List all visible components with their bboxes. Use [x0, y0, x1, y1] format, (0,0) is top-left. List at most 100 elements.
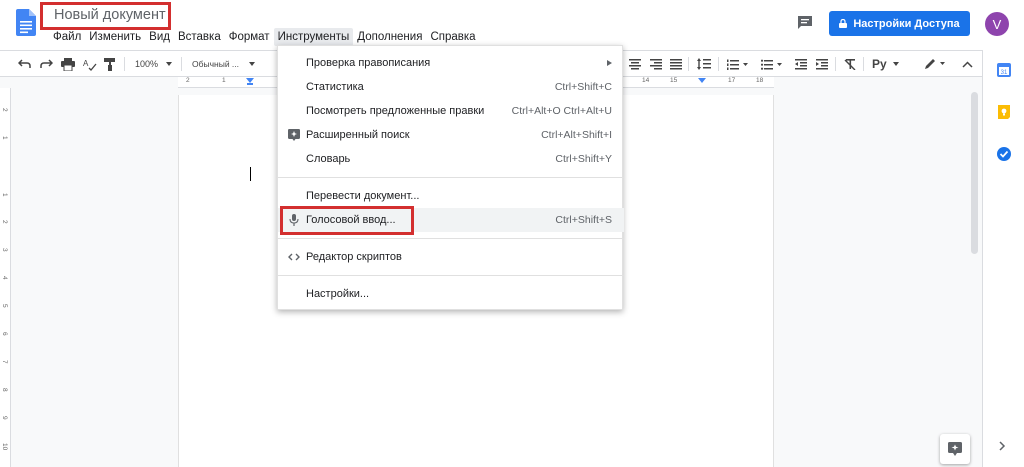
align-justify-icon[interactable] — [670, 56, 682, 72]
pen-icon[interactable] — [925, 56, 947, 72]
ruler-tick: 18 — [756, 77, 764, 84]
paint-format-icon[interactable] — [104, 56, 116, 72]
ruler-tick: 8 — [1, 388, 8, 392]
zoom-select[interactable]: 100% — [135, 56, 173, 72]
submenu-arrow-icon — [607, 60, 612, 66]
menu-item-label: Редактор скриптов — [306, 251, 402, 263]
docs-logo-icon[interactable] — [16, 9, 36, 36]
ruler-tick: 3 — [1, 248, 8, 252]
menu-addons[interactable]: Дополнения — [353, 28, 426, 46]
menu-item-shortcut: Ctrl+Alt+O Ctrl+Alt+U — [511, 105, 612, 117]
toolbar-divider — [124, 57, 125, 71]
menu-tools[interactable]: Инструменты — [273, 28, 354, 46]
ruler-tick: 15 — [670, 77, 678, 84]
line-spacing-icon[interactable] — [697, 56, 711, 72]
menu-item-script-editor[interactable]: Редактор скриптов — [278, 245, 624, 269]
share-button-label: Настройки Доступа — [853, 17, 960, 30]
comment-history-icon[interactable] — [797, 15, 813, 29]
calendar-icon[interactable]: 31 — [997, 63, 1011, 77]
menu-edit[interactable]: Изменить — [85, 28, 145, 46]
menu-item-review-suggestions[interactable]: Посмотреть предложенные правки Ctrl+Alt+… — [278, 99, 624, 123]
menu-view[interactable]: Вид — [145, 28, 174, 46]
style-value: Обычный ... — [192, 59, 240, 69]
menu-item-shortcut: Ctrl+Shift+Y — [555, 153, 612, 165]
decrease-indent-icon[interactable] — [795, 56, 807, 72]
side-panel: 31 — [982, 50, 1024, 467]
right-indent-marker-icon[interactable] — [698, 78, 706, 85]
ruler-tick: 6 — [1, 332, 8, 336]
menu-item-dictionary[interactable]: Словарь Ctrl+Shift+Y — [278, 147, 624, 171]
share-button[interactable]: Настройки Доступа — [829, 11, 970, 36]
menu-item-label: Статистика — [306, 81, 364, 93]
ruler-tick: 1 — [1, 193, 8, 197]
numbered-list-icon[interactable] — [727, 56, 749, 72]
toolbar-divider — [835, 57, 836, 71]
toolbar-divider — [688, 57, 689, 71]
ruler-tick: 2 — [1, 220, 8, 224]
undo-icon[interactable] — [18, 56, 31, 72]
menu-insert[interactable]: Вставка — [174, 28, 225, 46]
menu-format[interactable]: Формат — [225, 28, 274, 46]
ruler-tick: 17 — [728, 77, 736, 84]
tools-menu: Проверка правописания Статистика Ctrl+Sh… — [277, 45, 624, 310]
voice-typing-highlight-box — [280, 206, 414, 235]
clear-formatting-icon[interactable] — [844, 56, 856, 72]
menu-item-preferences[interactable]: Настройки... — [278, 282, 624, 306]
menubar: Файл Изменить Вид Вставка Формат Инструм… — [49, 27, 480, 47]
language-select[interactable]: Ру — [872, 56, 899, 72]
ruler-tick: 9 — [1, 416, 8, 420]
menu-help[interactable]: Справка — [426, 28, 479, 46]
text-cursor — [250, 167, 251, 181]
chevron-right-icon[interactable] — [998, 441, 1006, 451]
increase-indent-icon[interactable] — [816, 56, 828, 72]
menu-item-shortcut: Ctrl+Shift+C — [554, 81, 612, 93]
ruler-tick: 4 — [1, 276, 8, 280]
menu-item-spelling[interactable]: Проверка правописания — [278, 51, 624, 75]
language-value: Ру — [872, 57, 887, 71]
lock-icon — [839, 19, 848, 28]
avatar[interactable]: V — [985, 12, 1009, 36]
align-right-icon[interactable] — [650, 56, 662, 72]
tasks-icon[interactable] — [997, 147, 1011, 161]
spellcheck-icon[interactable]: A — [83, 56, 97, 72]
menu-item-label: Посмотреть предложенные правки — [306, 105, 485, 117]
menu-item-label: Расширенный поиск — [306, 129, 410, 141]
zoom-value: 100% — [135, 59, 159, 69]
code-icon — [288, 253, 300, 261]
align-center-icon[interactable] — [629, 56, 641, 72]
collapse-icon[interactable] — [962, 56, 973, 72]
toolbar-divider — [718, 57, 719, 71]
ruler-tick: 10 — [1, 443, 8, 451]
menu-divider — [278, 275, 624, 276]
document-title[interactable]: Новый документ — [54, 7, 166, 23]
redo-icon[interactable] — [40, 56, 53, 72]
ruler-tick: 14 — [642, 77, 650, 84]
menu-item-explore[interactable]: Расширенный поиск Ctrl+Alt+Shift+I — [278, 123, 624, 147]
menu-item-shortcut: Ctrl+Shift+S — [555, 214, 612, 226]
menu-item-shortcut: Ctrl+Alt+Shift+I — [541, 129, 612, 141]
menu-item-label: Перевести документ... — [306, 190, 420, 202]
ruler-tick: 1 — [1, 136, 8, 140]
bulleted-list-icon[interactable] — [761, 56, 783, 72]
menu-item-label: Словарь — [306, 153, 351, 165]
menu-divider — [278, 238, 624, 239]
left-indent-marker-icon[interactable] — [246, 78, 254, 85]
vertical-scrollbar[interactable] — [971, 92, 978, 254]
ruler-tick: 5 — [1, 304, 8, 308]
vertical-ruler: 2 1 1 2 3 4 5 6 7 8 9 10 — [0, 88, 11, 467]
menu-divider — [278, 177, 624, 178]
ruler-tick: 2 — [1, 108, 8, 112]
ruler-tick: 7 — [1, 360, 8, 364]
menu-item-word-count[interactable]: Статистика Ctrl+Shift+C — [278, 75, 624, 99]
calendar-day: 31 — [1001, 70, 1008, 76]
explore-button[interactable] — [940, 434, 970, 464]
style-select[interactable]: Обычный ... — [192, 56, 256, 72]
menu-item-label: Настройки... — [306, 288, 370, 300]
menu-file[interactable]: Файл — [49, 28, 85, 46]
ruler-tick: 1 — [222, 77, 226, 84]
print-icon[interactable] — [61, 56, 75, 72]
menu-item-translate[interactable]: Перевести документ... — [278, 184, 624, 208]
toolbar-divider — [863, 57, 864, 71]
keep-icon[interactable] — [997, 105, 1011, 119]
ruler-tick: 2 — [186, 77, 190, 84]
